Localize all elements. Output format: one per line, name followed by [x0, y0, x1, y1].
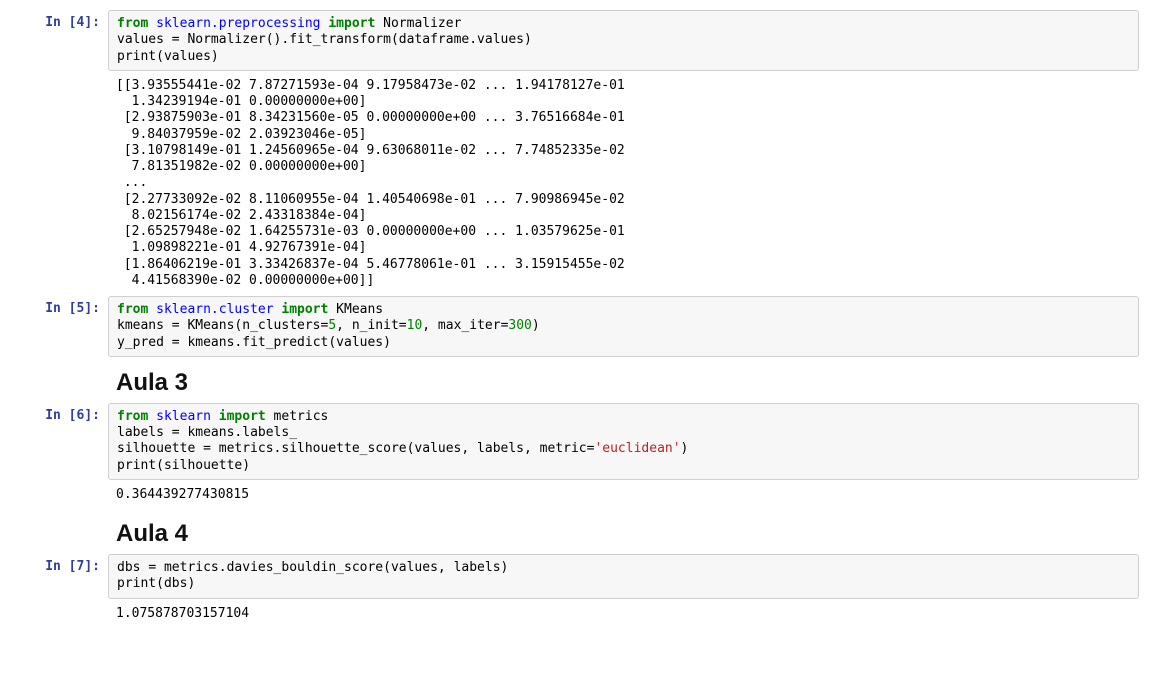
- code-cell-7: In [7]: dbs = metrics.davies_bouldin_sco…: [20, 554, 1139, 599]
- code-input[interactable]: dbs = metrics.davies_bouldin_score(value…: [108, 554, 1139, 599]
- output-prompt: [20, 73, 108, 294]
- output-prompt: [20, 482, 108, 508]
- code-input[interactable]: from sklearn.cluster import KMeans kmean…: [108, 296, 1139, 357]
- markdown-cell-aula-3: Aula 3: [20, 359, 1139, 401]
- heading[interactable]: Aula 3: [108, 359, 1139, 401]
- code-input[interactable]: from sklearn.preprocessing import Normal…: [108, 10, 1139, 71]
- input-prompt: In [4]:: [20, 10, 108, 71]
- code-cell-4: In [4]: from sklearn.preprocessing impor…: [20, 10, 1139, 71]
- output-cell-6: 0.364439277430815: [20, 482, 1139, 508]
- input-prompt: In [7]:: [20, 554, 108, 599]
- code-cell-5: In [5]: from sklearn.cluster import KMea…: [20, 296, 1139, 357]
- input-prompt: In [5]:: [20, 296, 108, 357]
- markdown-prompt: [20, 359, 108, 401]
- code-input[interactable]: from sklearn import metrics labels = kme…: [108, 403, 1139, 480]
- heading-text: Aula 4: [116, 520, 1131, 548]
- output-prompt: [20, 601, 108, 627]
- output-cell-4: [[3.93555441e-02 7.87271593e-04 9.179584…: [20, 73, 1139, 294]
- input-prompt: In [6]:: [20, 403, 108, 480]
- output-cell-7: 1.075878703157104: [20, 601, 1139, 627]
- heading[interactable]: Aula 4: [108, 510, 1139, 552]
- markdown-prompt: [20, 510, 108, 552]
- heading-text: Aula 3: [116, 369, 1131, 397]
- code-output: [[3.93555441e-02 7.87271593e-04 9.179584…: [108, 73, 1139, 294]
- code-cell-6: In [6]: from sklearn import metrics labe…: [20, 403, 1139, 480]
- code-output: 0.364439277430815: [108, 482, 1139, 508]
- markdown-cell-aula-4: Aula 4: [20, 510, 1139, 552]
- code-output: 1.075878703157104: [108, 601, 1139, 627]
